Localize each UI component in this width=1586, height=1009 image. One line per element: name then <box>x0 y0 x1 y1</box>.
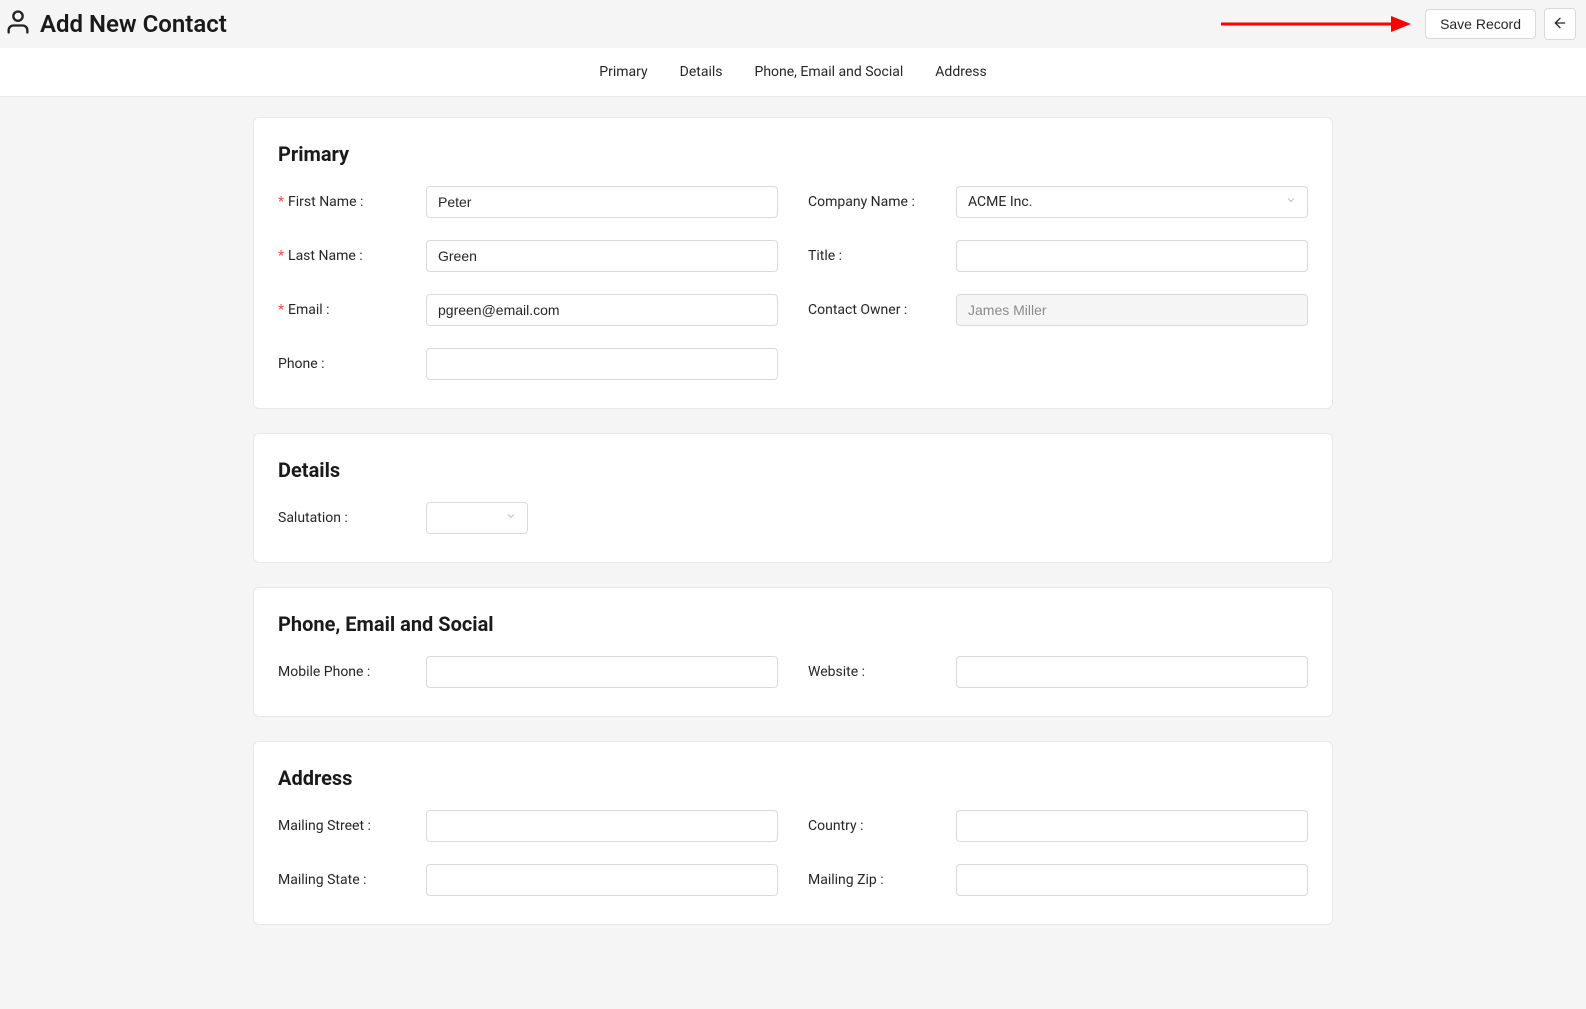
input-zip[interactable] <box>956 864 1308 896</box>
row-salutation: Salutation : <box>278 502 528 534</box>
input-title[interactable] <box>956 240 1308 272</box>
label-last-name: Last Name : <box>278 248 426 264</box>
select-company[interactable]: ACME Inc. <box>956 186 1308 218</box>
label-mobile: Mobile Phone : <box>278 664 426 680</box>
row-company: Company Name : ACME Inc. <box>808 186 1308 218</box>
input-owner <box>956 294 1308 326</box>
tab-phone-email-social[interactable]: Phone, Email and Social <box>748 60 909 84</box>
input-country[interactable] <box>956 810 1308 842</box>
row-website: Website : <box>808 656 1308 688</box>
user-icon <box>4 8 32 40</box>
row-mobile: Mobile Phone : <box>278 656 778 688</box>
back-button[interactable] <box>1544 8 1576 40</box>
select-company-value: ACME Inc. <box>968 194 1032 210</box>
section-title-social: Phone, Email and Social <box>278 612 1308 636</box>
chevron-down-icon <box>505 510 517 526</box>
row-email: Email : <box>278 294 778 326</box>
label-street: Mailing Street : <box>278 818 426 834</box>
chevron-down-icon <box>1285 194 1297 210</box>
row-last-name: Last Name : <box>278 240 778 272</box>
tab-details[interactable]: Details <box>674 60 729 84</box>
section-phone-email-social: Phone, Email and Social Mobile Phone : W… <box>253 587 1333 717</box>
header-left: Add New Contact <box>4 8 227 40</box>
label-owner: Contact Owner : <box>808 302 956 318</box>
label-country: Country : <box>808 818 956 834</box>
save-button[interactable]: Save Record <box>1425 9 1536 39</box>
section-primary: Primary First Name : Company Name : ACME… <box>253 117 1333 409</box>
input-state[interactable] <box>426 864 778 896</box>
input-street[interactable] <box>426 810 778 842</box>
row-title: Title : <box>808 240 1308 272</box>
input-last-name[interactable] <box>426 240 778 272</box>
tab-address[interactable]: Address <box>929 60 992 84</box>
tab-primary[interactable]: Primary <box>593 60 653 84</box>
label-email: Email : <box>278 302 426 318</box>
label-first-name: First Name : <box>278 194 426 210</box>
form-content: Primary First Name : Company Name : ACME… <box>243 117 1343 989</box>
row-phone: Phone : <box>278 348 778 380</box>
input-mobile[interactable] <box>426 656 778 688</box>
input-first-name[interactable] <box>426 186 778 218</box>
label-salutation: Salutation : <box>278 510 426 526</box>
row-owner: Contact Owner : <box>808 294 1308 326</box>
label-zip: Mailing Zip : <box>808 872 956 888</box>
input-email[interactable] <box>426 294 778 326</box>
label-title: Title : <box>808 248 956 264</box>
label-phone: Phone : <box>278 356 426 372</box>
row-country: Country : <box>808 810 1308 842</box>
section-tabs: Primary Details Phone, Email and Social … <box>0 48 1586 97</box>
arrow-left-icon <box>1552 15 1568 34</box>
section-title-address: Address <box>278 766 1308 790</box>
input-website[interactable] <box>956 656 1308 688</box>
page-header: Add New Contact Save Record <box>0 0 1586 48</box>
annotation-arrow <box>1221 12 1411 36</box>
label-company: Company Name : <box>808 194 956 210</box>
section-address: Address Mailing Street : Country : Maili… <box>253 741 1333 925</box>
header-actions: Save Record <box>1221 8 1576 40</box>
section-title-primary: Primary <box>278 142 1308 166</box>
input-phone[interactable] <box>426 348 778 380</box>
row-street: Mailing Street : <box>278 810 778 842</box>
label-website: Website : <box>808 664 956 680</box>
row-first-name: First Name : <box>278 186 778 218</box>
row-zip: Mailing Zip : <box>808 864 1308 896</box>
section-title-details: Details <box>278 458 1308 482</box>
page-title: Add New Contact <box>40 10 227 38</box>
row-state: Mailing State : <box>278 864 778 896</box>
select-salutation[interactable] <box>426 502 528 534</box>
section-details: Details Salutation : <box>253 433 1333 563</box>
label-state: Mailing State : <box>278 872 426 888</box>
